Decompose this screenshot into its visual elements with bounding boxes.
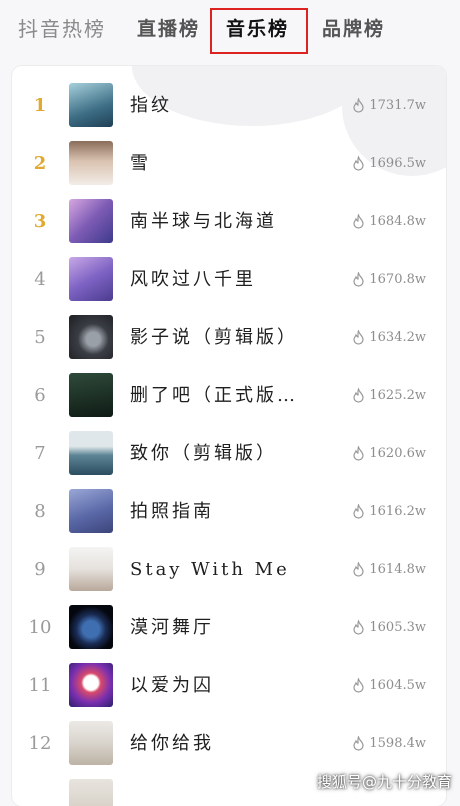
heat-text: 1696.5w bbox=[369, 156, 426, 171]
rank-number: 10 bbox=[28, 617, 52, 638]
flame-icon bbox=[353, 620, 364, 635]
song-title: 影子说（剪辑版） bbox=[130, 327, 298, 348]
flame-icon bbox=[353, 736, 364, 751]
song-title: Stay With Me bbox=[130, 559, 290, 580]
album-cover bbox=[69, 779, 113, 806]
rank-number: 2 bbox=[33, 153, 47, 174]
heat-value: 1670.8w bbox=[352, 251, 426, 309]
album-cover bbox=[69, 83, 113, 127]
rank-number: 4 bbox=[34, 269, 46, 290]
rank-number: 5 bbox=[34, 327, 46, 348]
heat-text: 1598.4w bbox=[369, 736, 426, 751]
song-title: 漠河舞厅 bbox=[130, 617, 214, 638]
song-title: 风吹过八千里 bbox=[130, 269, 256, 290]
album-cover bbox=[69, 431, 113, 475]
flame-icon bbox=[353, 678, 364, 693]
heat-text: 1616.2w bbox=[369, 504, 426, 519]
heat-value: 1598.4w bbox=[352, 715, 426, 773]
song-title: 拍照指南 bbox=[130, 501, 214, 522]
heat-text: 1604.5w bbox=[369, 678, 426, 693]
heat-value: 1614.8w bbox=[352, 541, 426, 599]
heat-text: 1614.8w bbox=[369, 562, 426, 577]
flame-icon bbox=[353, 504, 364, 519]
song-title: 致你（剪辑版） bbox=[130, 443, 277, 464]
list-item[interactable]: 1 指纹 1731.7w bbox=[12, 77, 446, 135]
heat-text: 1620.6w bbox=[369, 446, 426, 461]
flame-icon bbox=[353, 446, 364, 461]
list-item[interactable]: 7 致你（剪辑版） 1620.6w bbox=[12, 425, 446, 483]
list-item[interactable]: 8 拍照指南 1616.2w bbox=[12, 483, 446, 541]
tab-douyin-hot[interactable]: 抖音热榜 bbox=[18, 14, 106, 44]
rank-number: 12 bbox=[28, 733, 52, 754]
rank-number: 7 bbox=[34, 443, 46, 464]
list-item[interactable]: 9 Stay With Me 1614.8w bbox=[12, 541, 446, 599]
rank-number: 3 bbox=[33, 211, 47, 232]
album-cover bbox=[69, 489, 113, 533]
list-item[interactable]: 10 漠河舞厅 1605.3w bbox=[12, 599, 446, 657]
flame-icon bbox=[353, 330, 364, 345]
heat-value: 1696.5w bbox=[352, 135, 426, 193]
rank-number: 11 bbox=[28, 675, 52, 696]
heat-text: 1731.7w bbox=[369, 98, 426, 113]
heat-value: 1604.5w bbox=[352, 657, 426, 715]
list-item[interactable]: 5 影子说（剪辑版） 1634.2w bbox=[12, 309, 446, 367]
flame-icon bbox=[353, 272, 364, 287]
flame-icon bbox=[353, 388, 364, 403]
ranking-panel: 1 指纹 1731.7w 2 雪 1696.5w 3 南半球与北海道 1684.… bbox=[12, 66, 446, 806]
rank-number: 1 bbox=[33, 95, 47, 116]
heat-value: 1634.2w bbox=[352, 309, 426, 367]
flame-icon bbox=[353, 214, 364, 229]
song-title: 指纹 bbox=[130, 95, 172, 116]
heat-text: 1684.8w bbox=[369, 214, 426, 229]
heat-text: 1670.8w bbox=[369, 272, 426, 287]
rank-number: 6 bbox=[34, 385, 46, 406]
album-cover bbox=[69, 721, 113, 765]
song-title: 给你给我 bbox=[130, 733, 214, 754]
heat-value: 1684.8w bbox=[352, 193, 426, 251]
flame-icon bbox=[353, 98, 364, 113]
song-title: 以爱为囚 bbox=[130, 675, 214, 696]
heat-value: 1620.6w bbox=[352, 425, 426, 483]
album-cover bbox=[69, 141, 113, 185]
highlight-box bbox=[210, 8, 308, 54]
heat-value: 1605.3w bbox=[352, 599, 426, 657]
album-cover bbox=[69, 315, 113, 359]
heat-text: 1634.2w bbox=[369, 330, 426, 345]
album-cover bbox=[69, 199, 113, 243]
heat-text: 1605.3w bbox=[369, 620, 426, 635]
album-cover bbox=[69, 605, 113, 649]
album-cover bbox=[69, 663, 113, 707]
list-item[interactable]: 12 给你给我 1598.4w bbox=[12, 715, 446, 773]
song-title: 南半球与北海道 bbox=[130, 211, 277, 232]
tab-brand[interactable]: 品牌榜 bbox=[322, 14, 385, 44]
heat-value: 1625.2w bbox=[352, 367, 426, 425]
heat-value: 1616.2w bbox=[352, 483, 426, 541]
album-cover bbox=[69, 547, 113, 591]
rank-number: 8 bbox=[34, 501, 46, 522]
list-item[interactable]: 2 雪 1696.5w bbox=[12, 135, 446, 193]
song-title: 删了吧（正式版… bbox=[130, 385, 298, 406]
tab-live[interactable]: 直播榜 bbox=[137, 14, 200, 44]
list-item[interactable]: 4 风吹过八千里 1670.8w bbox=[12, 251, 446, 309]
header-bar: 抖音热榜 直播榜 音乐榜 品牌榜 bbox=[0, 0, 460, 62]
list-item[interactable]: 3 南半球与北海道 1684.8w bbox=[12, 193, 446, 251]
watermark: 搜狐号@九十分教育 bbox=[316, 773, 452, 791]
song-title: 雪 bbox=[130, 153, 151, 174]
flame-icon bbox=[353, 156, 364, 171]
album-cover bbox=[69, 373, 113, 417]
flame-icon bbox=[353, 562, 364, 577]
rank-number: 9 bbox=[34, 559, 46, 580]
heat-value: 1731.7w bbox=[352, 77, 426, 135]
list-item[interactable]: 6 删了吧（正式版… 1625.2w bbox=[12, 367, 446, 425]
album-cover bbox=[69, 257, 113, 301]
heat-text: 1625.2w bbox=[369, 388, 426, 403]
list-item[interactable]: 11 以爱为囚 1604.5w bbox=[12, 657, 446, 715]
